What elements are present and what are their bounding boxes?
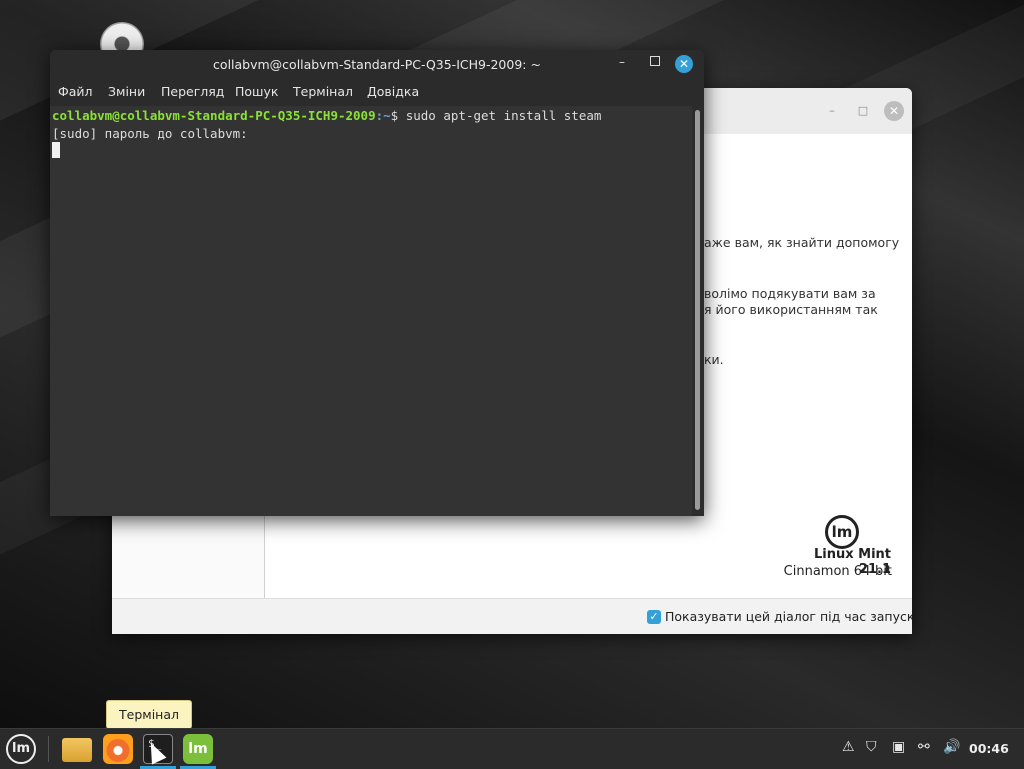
terminal-titlebar[interactable]: collabvm@collabvm-Standard-PC-Q35-ICH9-2… (50, 50, 704, 80)
scrollbar-thumb[interactable] (695, 110, 700, 510)
prompt-symbol: $ (390, 108, 406, 123)
prompt-path: :~ (375, 108, 391, 123)
welcome-paragraph: ки. (704, 352, 724, 367)
window-title: collabvm@collabvm-Standard-PC-Q35-ICH9-2… (213, 57, 541, 72)
tooltip: Термінал (106, 700, 192, 729)
command-line: collabvm@collabvm-Standard-PC-Q35-ICH9-2… (52, 108, 601, 123)
terminal-screen[interactable]: collabvm@collabvm-Standard-PC-Q35-ICH9-2… (50, 106, 692, 516)
firefox-icon[interactable] (103, 734, 133, 764)
shield-icon[interactable]: ⛉ (866, 739, 877, 755)
update-manager-icon[interactable]: ⚠ (842, 739, 855, 755)
clock[interactable]: 00:46 (969, 741, 1009, 756)
version-subtitle: Cinnamon 64-bit (783, 564, 892, 579)
welcome-paragraph: волімо подякувати вам за (704, 286, 876, 301)
minimize-icon[interactable]: – (824, 103, 840, 119)
menu-terminal[interactable]: Термінал (293, 84, 353, 99)
output-line: [sudo] пароль до collabvm: (52, 126, 248, 141)
command-text: sudo apt-get install steam (405, 108, 602, 123)
menu-file[interactable]: Файл (58, 84, 93, 99)
menu-bar: Файл Зміни Перегляд Пошук Термінал Довід… (50, 80, 704, 106)
close-icon[interactable]: ✕ (675, 55, 693, 73)
mint-menu-icon[interactable]: lm (6, 734, 36, 764)
welcome-paragraph: аже вам, як знайти допомогу (704, 235, 900, 250)
scrollbar[interactable] (692, 106, 704, 516)
maximize-icon[interactable] (650, 56, 660, 66)
mint-welcome-icon[interactable]: lm (183, 734, 213, 764)
menu-edit[interactable]: Зміни (108, 84, 145, 99)
welcome-paragraph: я його використанням так (704, 302, 878, 317)
maximize-icon[interactable]: □ (855, 103, 871, 119)
close-icon[interactable]: ✕ (884, 101, 904, 121)
mint-logo-icon: lm (825, 515, 859, 549)
show-on-startup-checkbox[interactable]: ✓ (647, 610, 661, 624)
files-folder-icon[interactable] (62, 738, 92, 762)
taskbar-separator (48, 736, 49, 762)
volume-icon[interactable]: 🔊 (943, 739, 960, 755)
minimize-icon[interactable]: – (619, 55, 625, 69)
menu-help[interactable]: Довідка (367, 84, 419, 99)
welcome-footer: ✓ Показувати цей діалог під час запуску (112, 598, 912, 634)
prompt-user: collabvm@collabvm-Standard-PC-Q35-ICH9-2… (52, 108, 376, 123)
terminal-window: collabvm@collabvm-Standard-PC-Q35-ICH9-2… (50, 50, 704, 516)
show-on-startup-label[interactable]: Показувати цей діалог під час запуску (665, 609, 912, 624)
text-cursor (52, 142, 60, 158)
menu-search[interactable]: Пошук (235, 84, 278, 99)
menu-view[interactable]: Перегляд (161, 84, 224, 99)
network-icon[interactable]: ⚯ (918, 739, 930, 755)
notification-icon[interactable]: ▣ (892, 739, 905, 755)
